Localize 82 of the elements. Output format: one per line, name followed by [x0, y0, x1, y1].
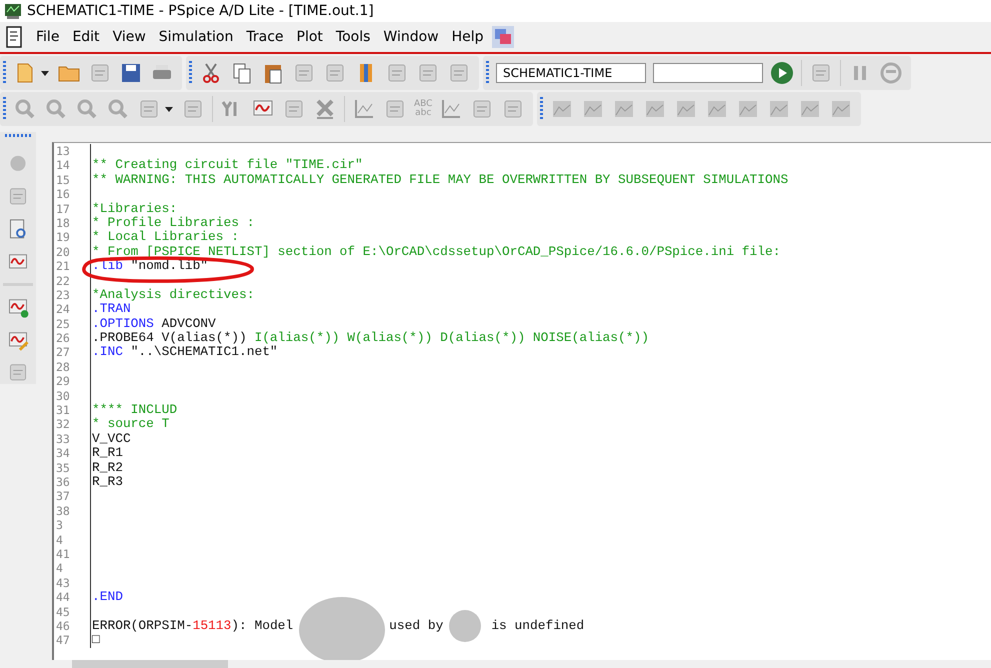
- code-line: .PROBE64 V(alias(*)) I(alias(*)) W(alias(*)) D(alias(*)) NOISE(alias(*)): [92, 331, 649, 346]
- line-number: 30: [54, 388, 91, 404]
- menu-item[interactable]: Help: [446, 27, 491, 47]
- app-icon: [4, 2, 22, 20]
- code-line: □: [92, 633, 100, 648]
- code-line: ** Creating circuit file "TIME.cir": [92, 158, 363, 173]
- code-line: V_VCC: [92, 432, 131, 446]
- zoom-icon[interactable]: [44, 97, 68, 121]
- line-number: 36: [54, 474, 91, 490]
- line-number: 47: [54, 633, 91, 648]
- line-number: 3: [54, 518, 91, 533]
- code-line: ** WARNING: THIS AUTOMATICALLY GENERATED FILE MAY BE OVERWRITTEN BY SUBSEQUENT SIMULATIONS: [92, 172, 788, 188]
- code-line: * Profile Libraries :: [92, 216, 254, 230]
- line-number: 21: [54, 259, 91, 274]
- line-number: 4: [54, 532, 91, 547]
- code-line: R_R3: [92, 474, 123, 490]
- menu-item[interactable]: Trace: [240, 27, 291, 47]
- code-line: .TRAN: [92, 302, 131, 317]
- line-number: 17: [54, 202, 91, 216]
- line-number: 27: [54, 345, 91, 360]
- line-number: 18: [54, 216, 91, 230]
- code-line: .OPTIONS ADVCONV: [92, 316, 216, 332]
- code-line: * From [PSPICE NETLIST] section of E:\OrCAD\cdssetup\OrCAD_PSpice/16.6.0/PSpice.ini file:: [92, 244, 780, 260]
- menu-item[interactable]: View: [106, 27, 153, 47]
- line-number: 25: [54, 316, 91, 332]
- code-text: ERROR(ORPSIM-: [92, 618, 193, 634]
- code-line: * source T: [92, 417, 170, 432]
- code-line: * Local Libraries :: [92, 230, 239, 245]
- line-number: 13: [54, 144, 91, 158]
- line-number: 37: [54, 489, 91, 504]
- line-number: 22: [54, 274, 91, 288]
- zoom-icon[interactable]: [106, 97, 130, 121]
- window-title: SCHEMATIC1-TIME - PSpice A/D Lite - [TIME.out.1]: [27, 3, 374, 19]
- code-text: used by: [389, 618, 444, 634]
- line-number: 34: [54, 446, 91, 461]
- line-number: 26: [54, 331, 91, 346]
- line-number: 23: [54, 288, 91, 302]
- line-number: 41: [54, 546, 91, 562]
- line-number: 24: [54, 302, 91, 317]
- line-number: 19: [54, 230, 91, 245]
- line-number: 15: [54, 172, 91, 188]
- code-text: ): Model: [231, 618, 294, 634]
- code-line: .END: [92, 590, 123, 605]
- line-number: 45: [54, 604, 91, 619]
- profile-field[interactable]: SCHEMATIC1-TIME: [496, 63, 646, 83]
- code-line: .INC "..\SCHEMATIC1.net": [92, 345, 278, 360]
- line-number: 46: [54, 618, 91, 634]
- menu-item[interactable]: File: [30, 27, 66, 47]
- line-number: 32: [54, 417, 91, 432]
- restore-window-icon[interactable]: [490, 25, 515, 49]
- menu-item[interactable]: Edit: [66, 27, 107, 47]
- scrollbar-thumb[interactable]: [72, 660, 228, 668]
- line-number: 44: [54, 590, 91, 604]
- line-number: 28: [54, 360, 91, 374]
- menu-item[interactable]: Window: [377, 27, 446, 47]
- line-number: 43: [54, 576, 91, 590]
- line-number: 4: [54, 561, 91, 576]
- line-number: 38: [54, 504, 91, 518]
- line-number: 14: [54, 158, 91, 173]
- line-number: 16: [54, 187, 91, 202]
- code-line: **** INCLUD: [92, 403, 178, 418]
- plot-axis-icon[interactable]: [352, 97, 376, 121]
- menu-item[interactable]: Tools: [330, 27, 378, 47]
- line-number: 31: [54, 403, 91, 418]
- menu-item[interactable]: Simulation: [152, 27, 240, 47]
- line-number: 35: [54, 460, 91, 475]
- code-text: 15113: [192, 618, 232, 634]
- menu-item[interactable]: Plot: [290, 27, 330, 47]
- redaction-blob: [449, 610, 482, 642]
- code-line: *Libraries:: [92, 202, 178, 216]
- run-button[interactable]: [770, 61, 794, 85]
- zoom-icon[interactable]: [75, 97, 99, 121]
- line-number: 33: [54, 432, 91, 446]
- zoom-icon[interactable]: [13, 97, 37, 121]
- line-number: 20: [54, 244, 91, 260]
- save-icon[interactable]: [119, 61, 143, 85]
- code-line: R_R1: [92, 446, 123, 461]
- line-number: 29: [54, 374, 91, 389]
- input-field[interactable]: [653, 63, 763, 83]
- code-line: *Analysis directives:: [92, 288, 254, 302]
- code-text: is undefined: [491, 618, 584, 634]
- code-line: R_R2: [92, 460, 123, 475]
